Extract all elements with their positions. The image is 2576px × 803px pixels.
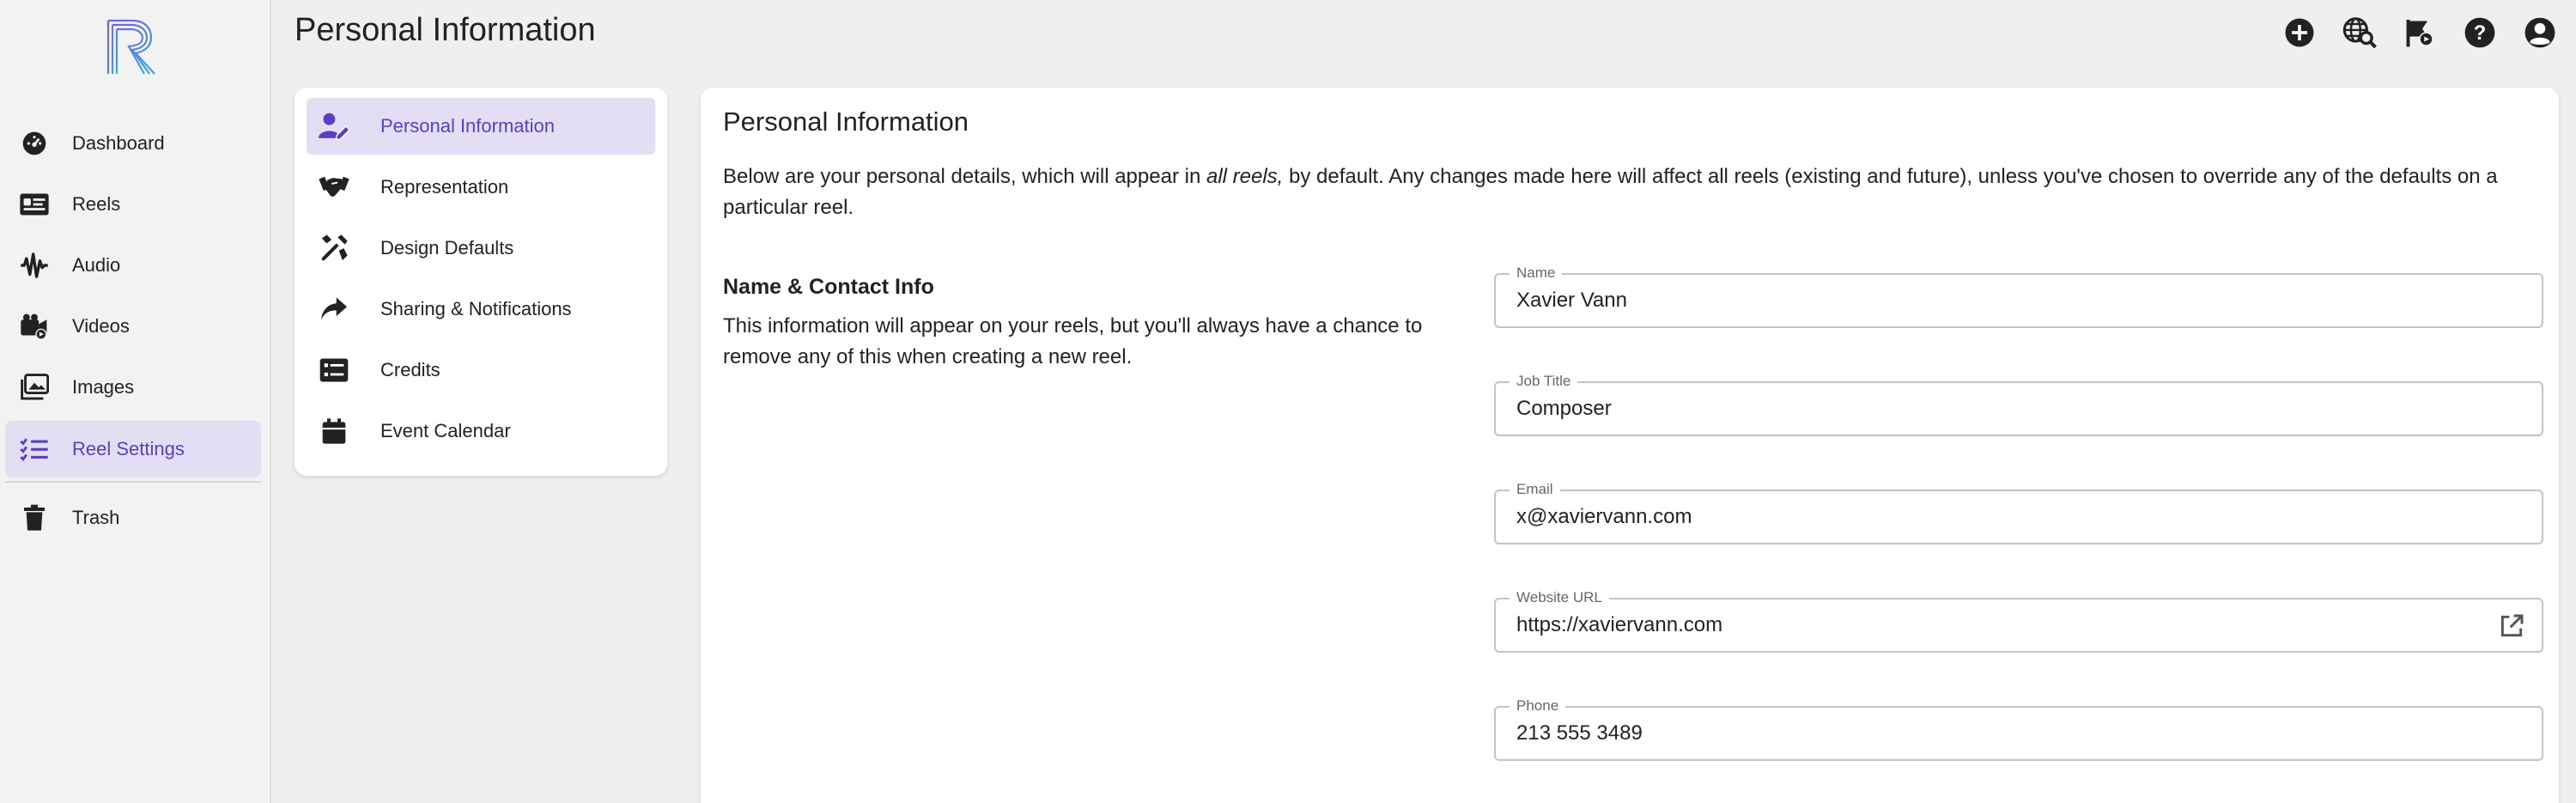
submenu-item-credits[interactable]: Credits bbox=[307, 342, 655, 398]
section-description: This information will appear on your ree… bbox=[723, 314, 1423, 368]
sidebar-item-reel-settings[interactable]: Reel Settings bbox=[5, 421, 261, 478]
intro-text-emphasis: all reels, bbox=[1206, 165, 1284, 188]
sidebar-item-reels[interactable]: Reels bbox=[5, 176, 261, 233]
calendar-icon bbox=[317, 414, 351, 448]
account-circle-icon[interactable] bbox=[2521, 14, 2559, 52]
submenu-item-label: Personal Information bbox=[380, 115, 555, 137]
email-input[interactable] bbox=[1516, 491, 2504, 543]
open-external-icon[interactable] bbox=[2497, 611, 2526, 641]
globe-search-icon[interactable] bbox=[2341, 14, 2379, 52]
email-field: Email bbox=[1494, 481, 2543, 544]
page-title: Personal Information bbox=[295, 12, 596, 48]
sidebar-item-videos[interactable]: Videos bbox=[5, 298, 261, 355]
phone-input[interactable] bbox=[1516, 708, 2504, 759]
name-field: Name bbox=[1494, 265, 2543, 328]
credits-list-icon bbox=[317, 353, 351, 387]
svg-text:?: ? bbox=[2474, 21, 2487, 45]
sidebar-item-trash[interactable]: Trash bbox=[5, 490, 261, 546]
website-url-field: Website URL bbox=[1494, 589, 2543, 653]
sidebar-item-label: Dashboard bbox=[72, 132, 165, 154]
sidebar-item-label: Images bbox=[72, 376, 135, 398]
flag-play-icon[interactable] bbox=[2401, 14, 2439, 52]
settings-submenu: Personal Information Representation Desi… bbox=[295, 88, 667, 476]
top-toolbar: ? bbox=[2258, 14, 2559, 52]
sidebar-item-label: Reels bbox=[72, 193, 121, 215]
submenu-item-sharing-notifications[interactable]: Sharing & Notifications bbox=[307, 281, 655, 338]
card-title: Personal Information bbox=[723, 106, 969, 137]
images-gallery-icon bbox=[17, 370, 52, 405]
sidebar-item-dashboard[interactable]: Dashboard bbox=[5, 115, 261, 172]
audio-waveform-icon bbox=[17, 248, 52, 283]
settings-list-icon bbox=[17, 432, 52, 466]
submenu-item-design-defaults[interactable]: Design Defaults bbox=[307, 220, 655, 277]
website-url-input[interactable] bbox=[1516, 599, 2504, 651]
job-title-input[interactable] bbox=[1516, 383, 2504, 435]
share-arrow-icon bbox=[317, 292, 351, 326]
handshake-icon bbox=[317, 170, 351, 204]
submenu-item-label: Event Calendar bbox=[380, 420, 511, 441]
sidebar-item-audio[interactable]: Audio bbox=[5, 237, 261, 294]
sidebar-item-label: Reel Settings bbox=[72, 438, 185, 459]
sidebar: Dashboard Reels Audio Videos Images Reel… bbox=[0, 0, 271, 803]
help-circle-icon[interactable]: ? bbox=[2461, 14, 2499, 52]
job-title-field: Job Title bbox=[1494, 373, 2543, 436]
video-camera-icon bbox=[17, 309, 52, 344]
submenu-item-label: Design Defaults bbox=[380, 237, 514, 259]
personal-information-card: Personal Information Below are your pers… bbox=[701, 88, 2559, 803]
submenu-item-personal-information[interactable]: Personal Information bbox=[307, 98, 655, 155]
sidebar-item-label: Trash bbox=[72, 507, 120, 528]
design-tools-icon bbox=[317, 231, 351, 265]
submenu-item-label: Sharing & Notifications bbox=[380, 298, 572, 319]
phone-field: Phone bbox=[1494, 697, 2543, 761]
reelcrafter-logo-icon[interactable] bbox=[103, 17, 163, 77]
submenu-item-label: Representation bbox=[380, 176, 509, 198]
submenu-item-representation[interactable]: Representation bbox=[307, 159, 655, 216]
submenu-item-event-calendar[interactable]: Event Calendar bbox=[307, 403, 655, 459]
sidebar-item-images[interactable]: Images bbox=[5, 359, 261, 416]
user-edit-icon bbox=[317, 109, 351, 143]
card-intro: Below are your personal details, which w… bbox=[723, 161, 2535, 223]
dashboard-gauge-icon bbox=[17, 126, 52, 161]
reels-card-icon bbox=[17, 187, 52, 222]
name-input[interactable] bbox=[1516, 275, 2504, 326]
sidebar-divider bbox=[5, 481, 261, 483]
submenu-item-label: Credits bbox=[380, 359, 440, 380]
intro-text-start: Below are your personal details, which w… bbox=[723, 165, 1206, 188]
add-circle-icon[interactable] bbox=[2281, 14, 2318, 52]
section-heading: Name & Contact Info bbox=[723, 275, 934, 299]
trash-icon bbox=[17, 501, 52, 535]
sidebar-item-label: Videos bbox=[72, 315, 130, 337]
sidebar-item-label: Audio bbox=[72, 254, 121, 276]
